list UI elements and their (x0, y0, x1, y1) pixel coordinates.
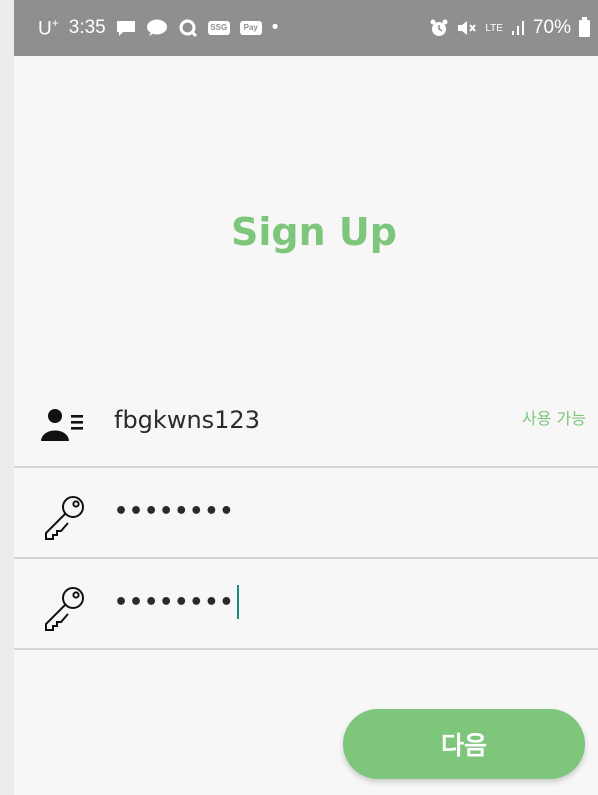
id-input[interactable]: fbgkwns123 (114, 402, 260, 438)
clock: 3:35 (68, 16, 106, 38)
status-bar-right: LTE 70% (429, 16, 590, 39)
carrier-plus: + (51, 15, 59, 30)
pay-icon: Pay (239, 20, 262, 35)
password-row: •••••••• (14, 469, 598, 559)
more-notifications-dot: • (271, 16, 279, 38)
lte-indicator: LTE (485, 22, 503, 34)
ssg-icon: SSG (207, 20, 230, 35)
page-title: Sign Up (231, 210, 397, 254)
signal-icon (511, 20, 525, 36)
id-row: fbgkwns123 사용 가능 (14, 378, 598, 468)
q-icon (178, 18, 198, 38)
password-confirm-input[interactable]: •••••••• (114, 584, 239, 620)
text-cursor (236, 585, 239, 619)
battery-icon (579, 16, 590, 37)
user-card-icon (41, 407, 85, 445)
id-availability-status: 사용 가능 (522, 409, 586, 428)
status-bar-left: U+ 3:35 SSG Pay • (38, 16, 278, 40)
key-icon (41, 493, 89, 545)
message-icon (116, 19, 136, 37)
key-icon (41, 584, 89, 636)
carrier-label: U+ (38, 16, 59, 40)
password-confirm-row: •••••••• (14, 560, 598, 650)
status-bar: U+ 3:35 SSG Pay • LTE 70% (14, 0, 598, 56)
mute-icon (457, 19, 477, 37)
screen-bezel (0, 0, 14, 795)
talk-icon (146, 19, 168, 37)
battery-percent: 70% (532, 17, 571, 38)
alarm-icon (429, 18, 449, 38)
next-button[interactable]: 다음 (343, 709, 585, 779)
carrier-text: U (38, 18, 52, 40)
password-confirm-text: •••••••• (114, 589, 235, 615)
password-input[interactable]: •••••••• (114, 493, 235, 529)
